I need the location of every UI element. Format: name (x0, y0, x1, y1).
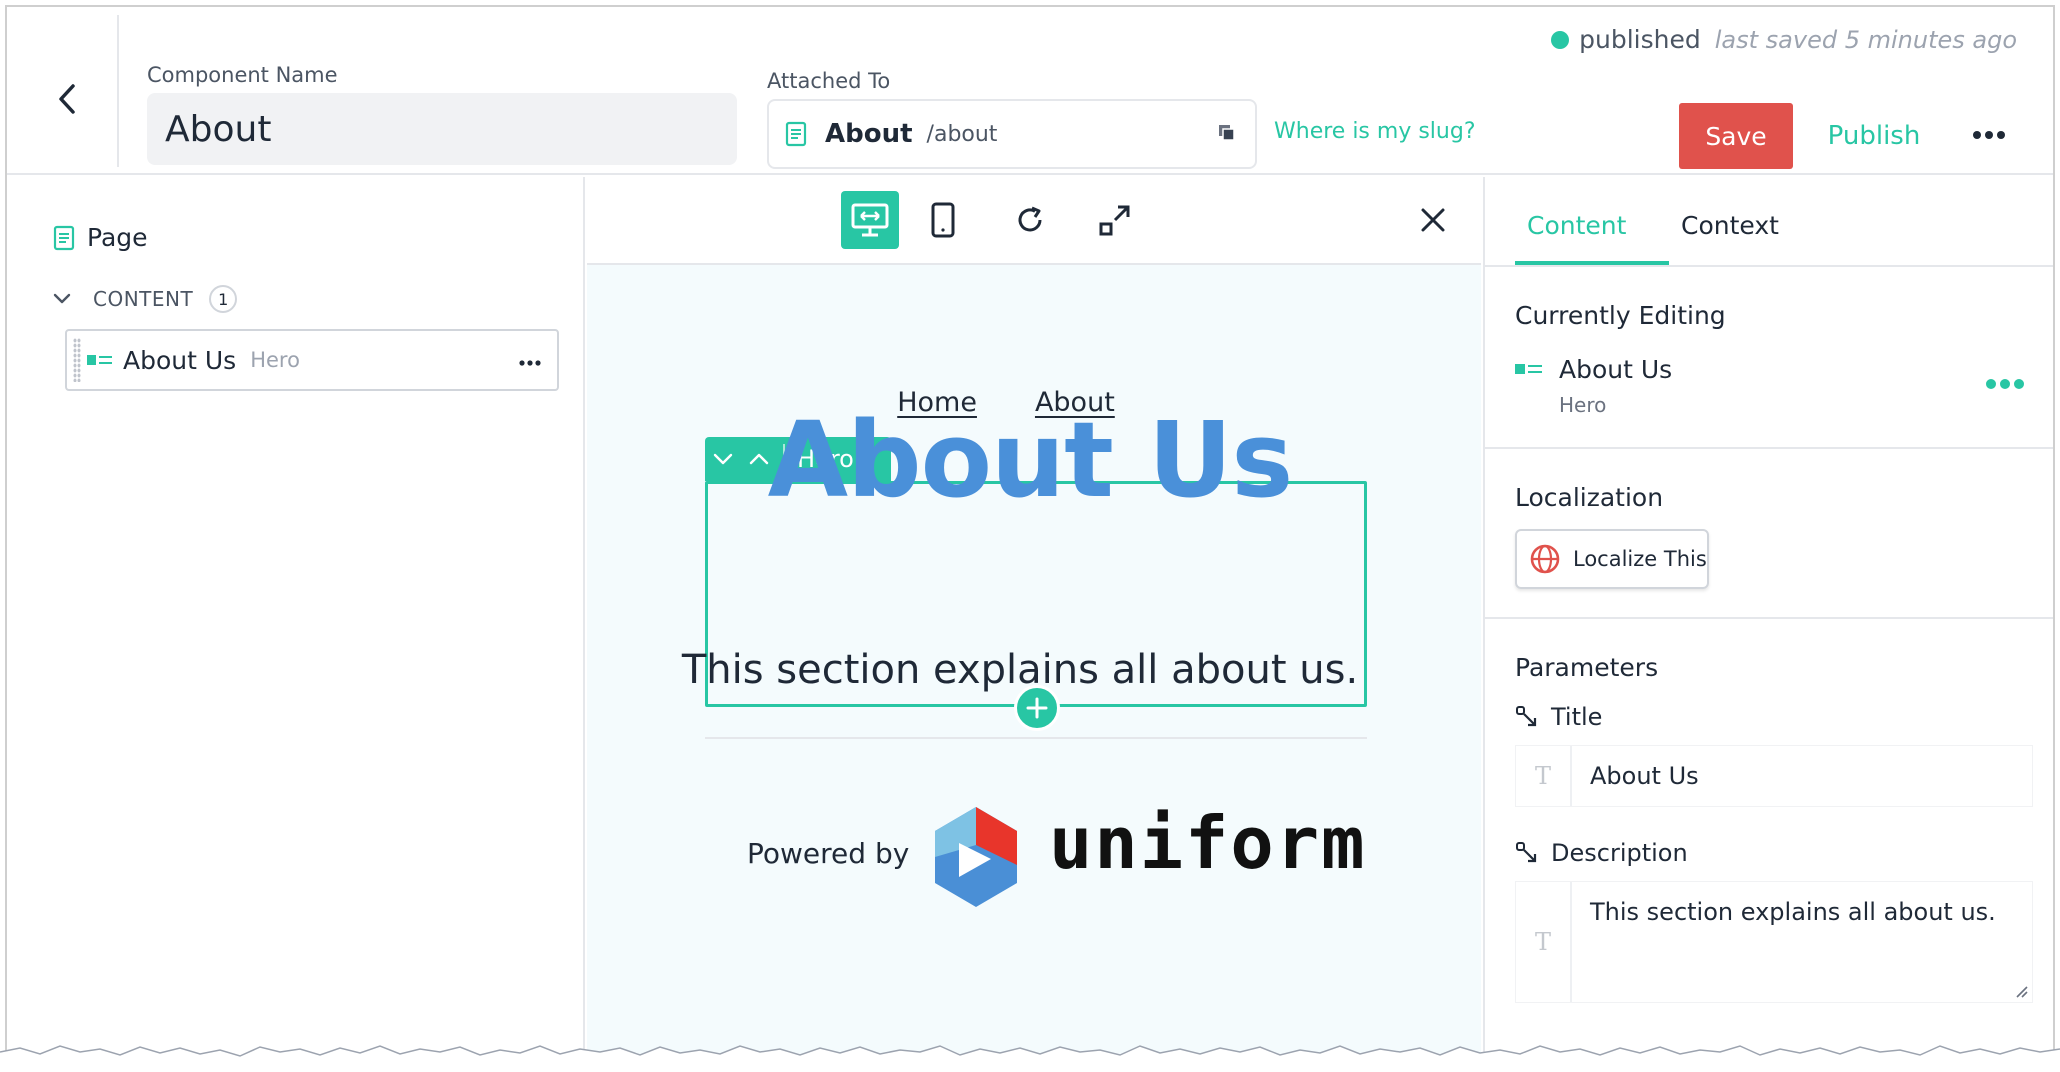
attached-page-title: About (825, 119, 913, 149)
header-divider (117, 15, 119, 167)
active-tab-indicator (1515, 261, 1669, 265)
more-options-button[interactable] (1967, 117, 2011, 153)
plus-icon (1026, 697, 1048, 719)
desktop-icon (851, 203, 889, 237)
divider (705, 737, 1367, 739)
component-actions-button[interactable] (1985, 375, 2025, 394)
document-icon (53, 225, 75, 250)
localize-button-label: Localize This (1573, 547, 1707, 571)
attached-to-field[interactable]: About /about (767, 99, 1257, 169)
connect-icon (1516, 706, 1537, 727)
app-window: Component Name About Attached To About /… (5, 5, 2055, 1067)
slot-label: CONTENT (93, 287, 194, 311)
drag-handle[interactable] (73, 338, 81, 382)
editing-component-name: About Us (1559, 355, 1673, 384)
param-title-input[interactable]: T About Us (1515, 745, 2033, 807)
copy-icon[interactable] (1217, 123, 1237, 147)
param-label-text: Description (1551, 839, 1688, 867)
chevron-down-icon (53, 293, 71, 304)
tree-item-type: Hero (250, 348, 300, 372)
attached-to-label: Attached To (767, 69, 891, 93)
tree-item-more-button[interactable] (519, 351, 541, 370)
property-panel: Content Context Currently Editing About … (1483, 177, 2053, 1065)
more-horizontal-icon (1986, 379, 2024, 389)
component-name-input[interactable]: About (147, 93, 737, 165)
desktop-view-button[interactable] (841, 191, 899, 249)
add-component-button[interactable] (1014, 685, 1060, 731)
expand-icon (1099, 205, 1130, 236)
header: Component Name About Attached To About /… (7, 7, 2053, 175)
text-type-icon: T (1516, 882, 1572, 1002)
more-horizontal-icon (519, 360, 541, 366)
component-name-label: Component Name (147, 63, 338, 87)
currently-editing-title: Currently Editing (1515, 301, 1726, 330)
powered-by-text: Powered by (747, 837, 910, 870)
globe-icon (1530, 544, 1560, 574)
torn-edge (0, 1045, 2060, 1072)
text-type-icon: T (1516, 746, 1572, 806)
localize-this-button[interactable]: Localize This (1515, 529, 1709, 589)
refresh-icon (1018, 206, 1042, 232)
param-description-label: Description (1515, 839, 1688, 867)
component-tree-panel: Page CONTENT 1 About Us Hero (7, 177, 585, 1065)
tree-slot-content[interactable]: CONTENT 1 (53, 285, 238, 313)
mobile-icon (931, 202, 955, 238)
slot-count-badge: 1 (209, 285, 238, 313)
section-divider (1485, 447, 2053, 449)
hero-title[interactable]: About Us (583, 399, 1477, 521)
component-icon (87, 355, 112, 365)
param-title-label: Title (1515, 703, 1602, 731)
param-description-textarea[interactable]: T This section explains all about us. (1515, 881, 2033, 1003)
document-icon (785, 121, 807, 147)
preview-toolbar (587, 177, 1481, 265)
localization-title: Localization (1515, 483, 1664, 512)
tree-item-about-us[interactable]: About Us Hero (65, 329, 559, 391)
publish-status: published last saved 5 minutes ago (1551, 25, 2017, 54)
tree-item-name: About Us (123, 345, 237, 375)
param-value: About Us (1590, 762, 1699, 790)
parameters-title: Parameters (1515, 653, 1659, 682)
chevron-left-icon (59, 84, 75, 114)
more-horizontal-icon (1973, 131, 2005, 139)
close-icon (1421, 208, 1445, 232)
resize-handle-icon[interactable] (2014, 984, 2028, 998)
uniform-logo (935, 807, 1017, 907)
publish-button[interactable]: Publish (1819, 103, 1929, 169)
connect-icon (1516, 842, 1537, 863)
preview-canvas: Home About Hero About Us This section ex… (587, 177, 1481, 1065)
save-button[interactable]: Save (1679, 103, 1793, 169)
status-dot (1551, 30, 1570, 49)
refresh-button[interactable] (1001, 191, 1059, 249)
expand-button[interactable] (1086, 191, 1144, 249)
hero-description[interactable]: This section explains all about us. (573, 647, 1467, 693)
panel-tabs: Content Context (1485, 177, 2053, 267)
where-is-my-slug-link[interactable]: Where is my slug? (1274, 119, 1476, 144)
tab-context[interactable]: Context (1681, 211, 1779, 240)
tree-root-page[interactable]: Page (53, 223, 148, 252)
uniform-wordmark: uniform (1049, 801, 1367, 885)
tree-root-label: Page (87, 223, 148, 252)
status-text: published (1579, 25, 1701, 54)
last-saved-text: last saved 5 minutes ago (1714, 25, 2017, 54)
attached-slug: /about (926, 121, 998, 147)
param-label-text: Title (1551, 703, 1603, 731)
close-preview-button[interactable] (1404, 191, 1462, 249)
back-button[interactable] (37, 69, 97, 129)
mobile-view-button[interactable] (914, 191, 972, 249)
tab-content[interactable]: Content (1527, 211, 1626, 240)
component-icon (1515, 364, 1542, 374)
section-divider (1485, 617, 2053, 619)
param-value: This section explains all about us. (1590, 898, 1996, 926)
editing-component-type: Hero (1559, 393, 1607, 417)
